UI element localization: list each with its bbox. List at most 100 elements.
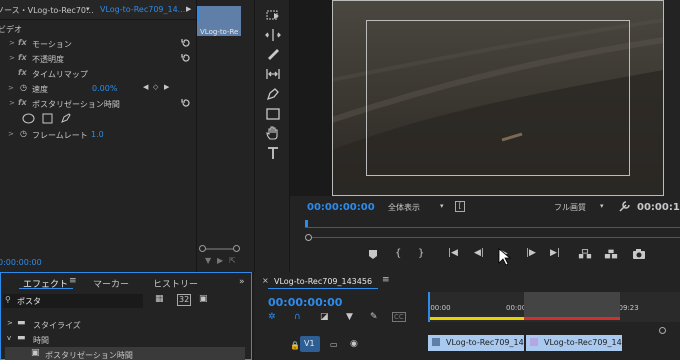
next-keyframe-icon[interactable]: ▶ xyxy=(164,83,169,91)
razor-icon[interactable] xyxy=(265,46,281,62)
effect-opacity[interactable]: > fx 不透明度 xyxy=(0,51,196,66)
hand-icon[interactable] xyxy=(265,125,281,141)
frame-rate-label: フレームレート xyxy=(32,131,88,140)
pen-icon[interactable] xyxy=(265,86,281,102)
linked-selection-icon[interactable]: ∩ xyxy=(294,312,301,322)
zoom-scroll-handle[interactable] xyxy=(305,234,312,241)
mini-clip[interactable]: VLog-to-Re xyxy=(197,6,241,36)
twirl-down-icon: v xyxy=(7,334,12,342)
zoom-handle-right[interactable] xyxy=(233,245,240,252)
close-icon[interactable]: × xyxy=(262,276,269,285)
tree-item-posterize-time[interactable]: ▣ ポスタリゼーション時間 xyxy=(5,347,245,360)
program-timecode[interactable]: 00:00:00:00 xyxy=(307,202,375,213)
mouse-cursor xyxy=(498,248,512,266)
fit-select[interactable]: 全体表示 ▾ xyxy=(384,201,450,214)
wrench-icon[interactable]: ✎ xyxy=(370,312,378,322)
effect-posterize-time[interactable]: > fx ポスタリゼーション時間 xyxy=(0,96,196,111)
eye-icon[interactable]: ◉ xyxy=(350,339,358,349)
add-keyframe-icon[interactable]: ◇ xyxy=(153,83,158,91)
frame-rate-value[interactable]: 1.0 xyxy=(91,130,104,139)
timeline-clip[interactable]: VLog-to-Rec709_1434 xyxy=(428,335,524,351)
slip-icon[interactable] xyxy=(265,66,281,82)
panel-menu-icon[interactable]: ≡ xyxy=(69,276,77,286)
yuv-effects-icon[interactable]: ▣ xyxy=(199,294,208,304)
lock-icon[interactable]: 🔒 xyxy=(290,341,300,350)
ellipse-mask-icon[interactable] xyxy=(22,113,35,124)
rectangle-mask-icon[interactable] xyxy=(42,113,53,124)
play-only-icon[interactable]: ▶ xyxy=(217,256,223,265)
32bit-effects-icon[interactable]: 32 xyxy=(177,294,192,306)
filter-icon[interactable]: ▼ xyxy=(205,256,211,265)
go-to-out-icon[interactable]: ▶| xyxy=(550,248,564,260)
mini-clip-label: VLog-to-Re xyxy=(200,28,239,36)
timeline-clip[interactable]: VLog-to-Rec709_143 xyxy=(526,335,622,351)
fx-icon[interactable]: fx xyxy=(18,98,27,107)
program-monitor-toolbar: 00:00:00:00 全体表示 ▾ [ フル画質 ▾ 00:00:10 xyxy=(290,198,680,218)
frame-rate-row: > ◷ フレームレート 1.0 xyxy=(0,127,196,142)
play-triangle-icon[interactable]: ▶ xyxy=(186,5,191,13)
prev-keyframe-icon[interactable]: ◀ xyxy=(143,83,148,91)
twirl-right-icon[interactable]: > xyxy=(9,99,15,107)
captions-icon[interactable]: CC xyxy=(392,312,406,322)
effect-motion[interactable]: > fx モーション xyxy=(0,36,196,51)
type-icon[interactable] xyxy=(265,145,281,161)
tab-markers[interactable]: マーカー xyxy=(93,277,129,290)
speed-value[interactable]: 0.00% xyxy=(92,84,117,93)
effects-search-input[interactable]: ⚲ ポスタ xyxy=(3,294,143,308)
tree-item-stylize[interactable]: > ▬ スタイライズ xyxy=(5,317,245,332)
lift-icon[interactable] xyxy=(578,248,592,260)
fx-icon[interactable]: fx xyxy=(18,38,27,47)
extract-icon[interactable] xyxy=(604,248,618,260)
accelerated-effects-icon[interactable]: ▦ xyxy=(155,294,164,304)
track-select-icon[interactable] xyxy=(265,7,281,23)
snap-icon[interactable]: ✲ xyxy=(268,312,276,322)
rectangle-tool-icon[interactable] xyxy=(265,106,281,122)
stopwatch-icon[interactable]: ◷ xyxy=(20,83,27,92)
stopwatch-icon[interactable]: ◷ xyxy=(20,129,27,138)
export-icon[interactable]: ⇱ xyxy=(229,256,236,265)
step-back-icon[interactable]: ◀| xyxy=(474,248,488,260)
tree-item-time[interactable]: v ▬ 時間 xyxy=(5,332,245,347)
more-panels-icon[interactable]: » xyxy=(239,277,245,287)
settings-bracket-icon[interactable]: [ xyxy=(455,201,465,212)
reset-icon[interactable] xyxy=(180,52,192,64)
reset-icon[interactable] xyxy=(180,37,192,49)
panel-menu-icon[interactable]: ≡ xyxy=(382,275,390,285)
effect-controls-timecode[interactable]: 0:00:00:00 xyxy=(0,258,42,267)
pen-mask-icon[interactable] xyxy=(60,112,72,124)
mark-in-icon[interactable]: { xyxy=(395,248,409,260)
marker-icon[interactable]: ▼ xyxy=(346,312,353,322)
program-video-frame[interactable] xyxy=(332,0,664,196)
track-v1-target[interactable]: V1 xyxy=(300,336,320,352)
sequence-tab[interactable]: VLog-to-Rec709_143456 xyxy=(274,277,372,286)
program-scrubber[interactable] xyxy=(305,220,680,228)
add-marker-icon[interactable]: ◪ xyxy=(320,312,329,322)
time-ruler[interactable]: :00:00 00:00:04:23 00:00:09:23 xyxy=(428,292,680,322)
motion-label: モーション xyxy=(32,40,72,49)
step-forward-icon[interactable]: |▶ xyxy=(526,248,540,260)
ripple-edit-icon[interactable] xyxy=(265,27,281,43)
twirl-right-icon[interactable]: > xyxy=(8,84,14,92)
sync-lock-icon[interactable]: ▭ xyxy=(330,340,338,349)
twirl-right-icon[interactable]: > xyxy=(9,39,15,47)
twirl-right-icon[interactable]: > xyxy=(8,130,14,138)
add-marker-icon[interactable] xyxy=(366,248,380,260)
timeline-zoom-handle[interactable] xyxy=(659,327,666,334)
clip-label[interactable]: VLog-to-Rec709_14... xyxy=(100,5,185,14)
twirl-right-icon[interactable]: > xyxy=(9,54,15,62)
zoom-handle-left[interactable] xyxy=(199,245,206,252)
wrench-icon[interactable] xyxy=(618,200,631,213)
timeline-timecode[interactable]: 00:00:00:00 xyxy=(268,296,342,309)
camera-icon[interactable] xyxy=(632,248,646,260)
mark-out-icon[interactable]: } xyxy=(418,248,432,260)
playhead[interactable] xyxy=(428,292,430,322)
fx-icon[interactable]: fx xyxy=(18,53,27,62)
fx-badge-icon xyxy=(432,338,440,346)
tab-history[interactable]: ヒストリー xyxy=(153,277,198,290)
quality-select[interactable]: フル画質 ▾ xyxy=(552,201,610,214)
source-label[interactable]: ソース・VLog-to-Rec70... xyxy=(0,5,94,16)
go-to-in-icon[interactable]: |◀ xyxy=(448,248,462,260)
chevron-down-icon[interactable]: ▾ xyxy=(86,5,90,13)
reset-icon[interactable] xyxy=(180,97,192,109)
effect-time-remap[interactable]: fx タイムリマップ xyxy=(0,66,196,81)
